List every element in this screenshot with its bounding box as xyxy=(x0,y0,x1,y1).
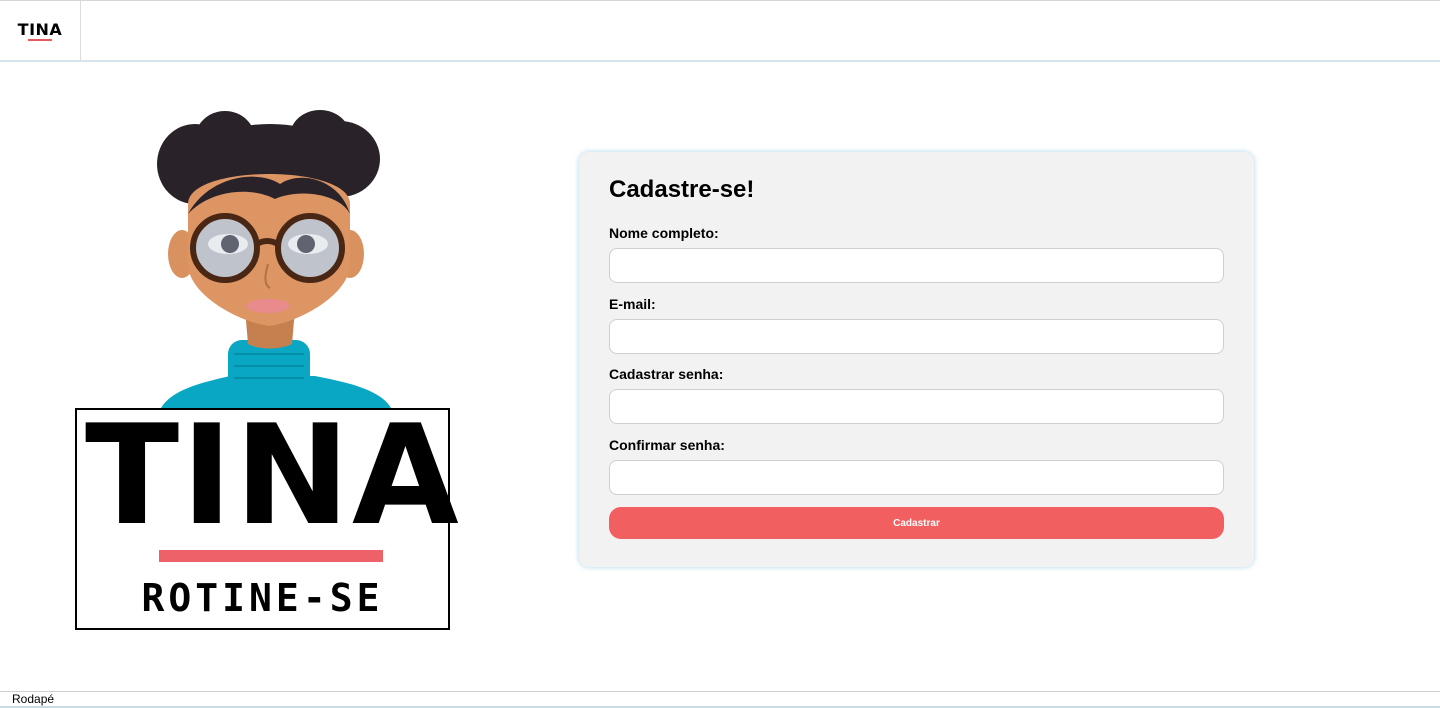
avatar-illustration xyxy=(150,104,400,410)
brand-underline xyxy=(159,550,383,562)
brand-title: TINA xyxy=(85,395,461,556)
password-label: Cadastrar senha: xyxy=(609,366,724,382)
email-input[interactable] xyxy=(609,319,1224,354)
footer: Rodapé xyxy=(0,691,1440,708)
brand-subtitle: ROTINE-SE xyxy=(141,576,384,620)
full-name-label: Nome completo: xyxy=(609,225,719,241)
top-bar: TINA xyxy=(0,0,1440,62)
signup-card: Cadastre-se! Nome completo: E-mail: Cada… xyxy=(579,152,1254,567)
header-logo-text: TINA xyxy=(17,19,63,39)
avatar-svg xyxy=(157,110,392,410)
header-logo[interactable]: TINA xyxy=(0,1,81,61)
footer-text: Rodapé xyxy=(12,692,55,706)
email-label: E-mail: xyxy=(609,296,656,312)
password-input[interactable] xyxy=(609,389,1224,424)
full-name-input[interactable] xyxy=(609,248,1224,283)
confirm-password-label: Confirmar senha: xyxy=(609,437,725,453)
header-logo-underline xyxy=(28,38,52,41)
confirm-password-input[interactable] xyxy=(609,460,1224,495)
signup-title: Cadastre-se! xyxy=(609,176,755,203)
brand-logo: TINA ROTINE-SE xyxy=(75,395,461,630)
register-button[interactable]: Cadastrar xyxy=(609,507,1224,539)
